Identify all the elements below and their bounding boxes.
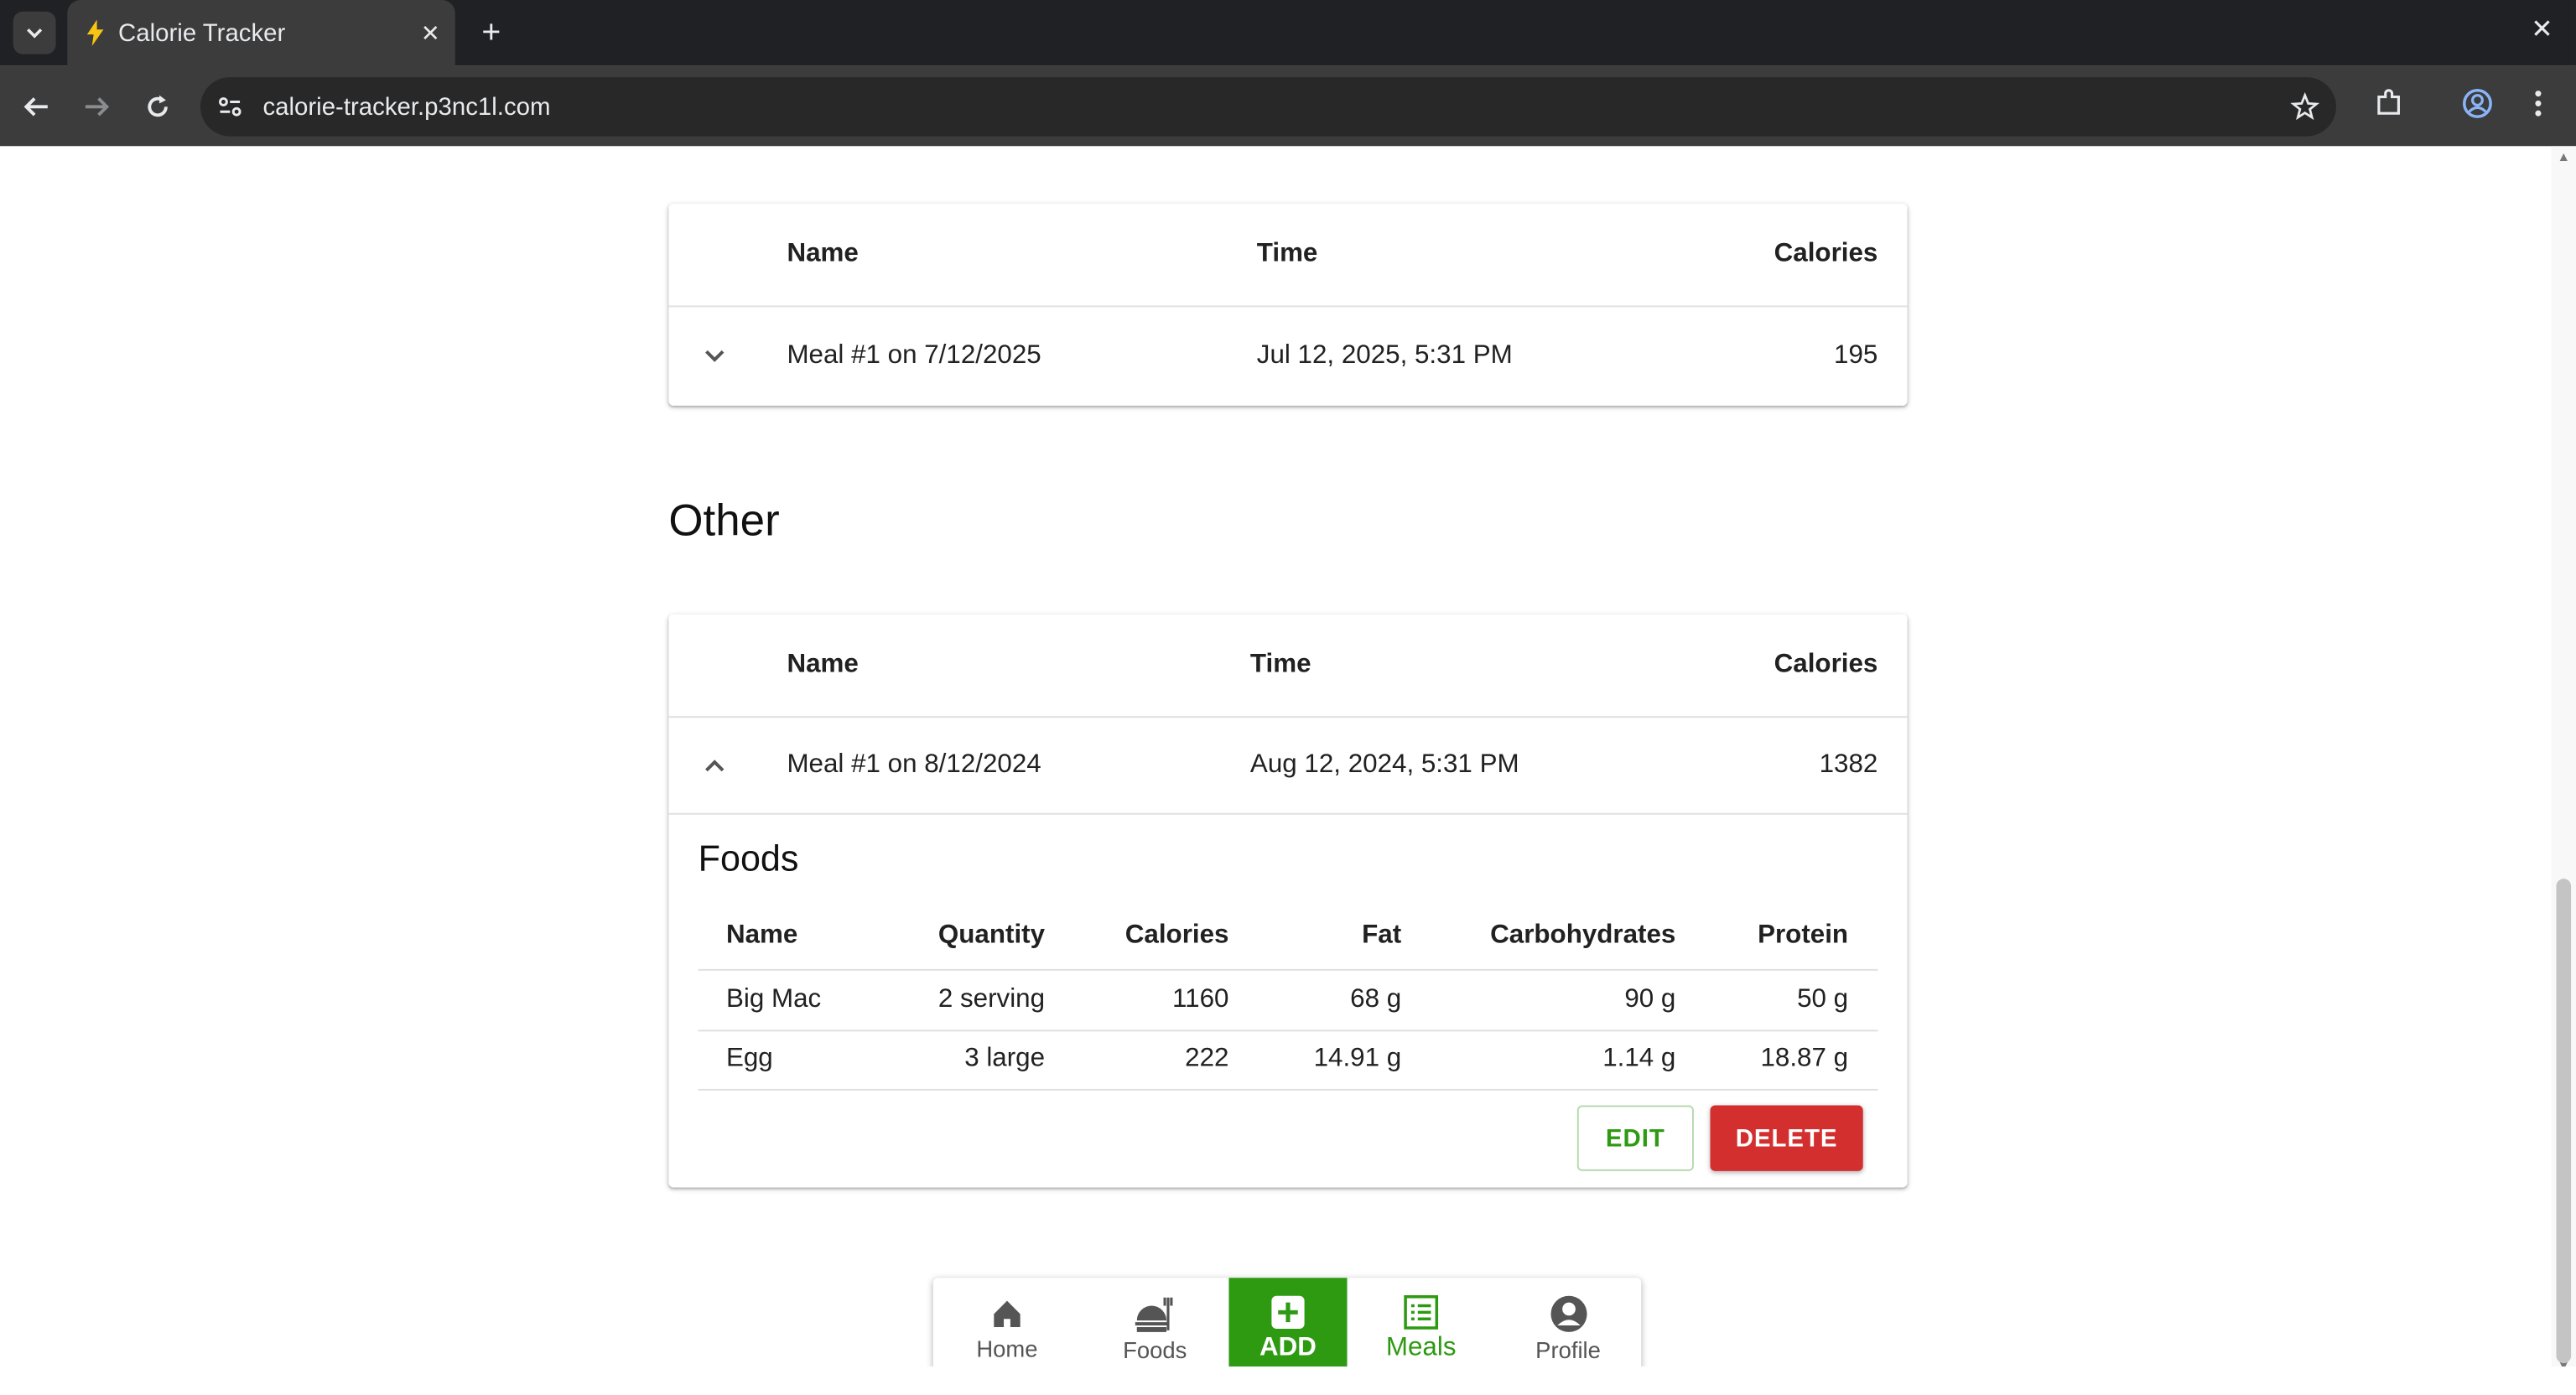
meal-time: Jul 12, 2025, 5:31 PM — [1256, 341, 1513, 370]
bookmark-star-icon[interactable] — [2290, 91, 2320, 130]
nav-home[interactable]: Home — [933, 1278, 1081, 1366]
nav-add-button[interactable]: ADD — [1228, 1278, 1348, 1367]
meal-row-expanded[interactable]: Meal #1 on 8/12/2024 Aug 12, 2024, 5:31 … — [668, 718, 1907, 813]
nav-home-label: Home — [976, 1335, 1038, 1362]
food-quantity: 3 large — [964, 1045, 1046, 1073]
add-box-icon — [1271, 1295, 1305, 1329]
food-calories: 1160 — [1172, 985, 1229, 1014]
divider — [668, 812, 1908, 815]
reload-button[interactable] — [138, 87, 178, 127]
food-carbohydrates: 90 g — [1624, 985, 1676, 1014]
header-time: Time — [1256, 240, 1318, 268]
close-tab-icon[interactable]: ✕ — [406, 19, 455, 47]
table-header-row: Name Time Calories — [668, 204, 1907, 305]
chevron-down-icon — [27, 29, 43, 39]
arrow-left-icon — [23, 97, 48, 117]
foods-header-fat: Fat — [1362, 921, 1402, 950]
browser-tabstrip: Calorie Tracker ✕ + ✕ — [0, 0, 2576, 66]
nav-profile[interactable]: Profile — [1495, 1278, 1641, 1366]
browser-menu-icon[interactable] — [2525, 87, 2551, 128]
food-fat: 68 g — [1350, 985, 1402, 1014]
scrollbar-thumb[interactable] — [2556, 879, 2572, 1364]
nav-foods-label: Foods — [1123, 1336, 1187, 1364]
browser-tab[interactable]: Calorie Tracker ✕ — [67, 0, 455, 66]
header-name: Name — [787, 240, 859, 268]
section-title-other: Other — [668, 495, 780, 546]
scroll-up-icon[interactable]: ▲ — [2556, 149, 2571, 164]
meal-name: Meal #1 on 8/12/2024 — [787, 750, 1041, 779]
nav-meals-label: Meals — [1385, 1333, 1457, 1362]
bolt-icon — [86, 19, 104, 46]
home-icon — [994, 1300, 1021, 1328]
arrow-right-icon — [85, 97, 110, 117]
header-time: Time — [1249, 650, 1311, 679]
food-protein: 18.87 g — [1760, 1045, 1849, 1073]
bottom-navigation: Home Foods ADD Meals Profile — [932, 1278, 1642, 1367]
meal-time: Aug 12, 2024, 5:31 PM — [1249, 750, 1519, 779]
divider — [698, 1029, 1878, 1032]
table-row: Big Mac 2 serving 1160 68 g 90 g 50 g — [699, 986, 1878, 1019]
tab-title: Calorie Tracker — [118, 18, 286, 47]
divider — [698, 968, 1878, 971]
food-quantity: 2 serving — [937, 985, 1046, 1014]
food-name: Egg — [725, 1045, 773, 1073]
foods-title: Foods — [698, 838, 799, 879]
food-carbohydrates: 1.14 g — [1602, 1045, 1676, 1073]
foods-table-header: Name Quantity Calories Fat Carbohydrates… — [699, 921, 1878, 954]
account-circle-icon — [1550, 1295, 1587, 1332]
site-settings-icon[interactable] — [217, 94, 243, 120]
meal-row[interactable]: Meal #1 on 7/12/2025 Jul 12, 2025, 5:31 … — [668, 307, 1907, 406]
address-bar[interactable]: calorie-tracker.p3nc1l.com — [200, 77, 2336, 137]
header-calories: Calories — [1774, 240, 1878, 268]
new-tab-button[interactable]: + — [471, 13, 511, 53]
chevron-up-icon[interactable] — [702, 752, 728, 778]
extensions-icon[interactable] — [2372, 87, 2405, 128]
list-icon — [1404, 1295, 1439, 1330]
foods-header-calories: Calories — [1124, 921, 1229, 950]
foods-icon — [1135, 1297, 1173, 1332]
nav-add-label: ADD — [1259, 1333, 1317, 1362]
divider — [698, 1088, 1878, 1091]
screen: Calorie Tracker ✕ + ✕ calorie-tracker.p3… — [0, 0, 2576, 1367]
tab-search-button[interactable] — [13, 11, 56, 54]
table-row: Egg 3 large 222 14.91 g 1.14 g 18.87 g — [699, 1045, 1878, 1077]
food-fat: 14.91 g — [1313, 1045, 1402, 1073]
food-name: Big Mac — [725, 985, 822, 1014]
meal-calories: 195 — [1834, 341, 1878, 370]
foods-header-name: Name — [725, 921, 798, 950]
chevron-down-icon[interactable] — [702, 343, 728, 369]
reload-icon — [148, 95, 168, 117]
header-name: Name — [787, 650, 859, 679]
meal-name: Meal #1 on 7/12/2025 — [787, 341, 1041, 370]
food-calories: 222 — [1185, 1045, 1229, 1073]
delete-button[interactable]: DELETE — [1710, 1105, 1863, 1171]
url-text: calorie-tracker.p3nc1l.com — [262, 92, 551, 121]
forward-button[interactable] — [77, 87, 117, 127]
nav-meals[interactable]: Meals — [1348, 1278, 1495, 1366]
meal-table-card: Name Time Calories Meal #1 on 7/12/2025 … — [668, 203, 1908, 406]
close-window-icon[interactable]: ✕ — [2531, 13, 2553, 46]
header-calories: Calories — [1774, 650, 1878, 679]
back-button[interactable] — [17, 87, 56, 127]
table-header-row: Name Time Calories — [668, 615, 1907, 716]
foods-header-carbohydrates: Carbohydrates — [1490, 921, 1676, 950]
foods-header-quantity: Quantity — [937, 921, 1046, 950]
edit-button[interactable]: EDIT — [1576, 1105, 1694, 1171]
foods-header-protein: Protein — [1758, 921, 1849, 950]
other-meal-table-card: Name Time Calories Meal #1 on 8/12/2024 … — [668, 614, 1908, 1188]
food-protein: 50 g — [1797, 985, 1849, 1014]
profile-icon[interactable] — [2461, 87, 2494, 128]
meal-calories: 1382 — [1819, 750, 1878, 779]
nav-foods[interactable]: Foods — [1081, 1278, 1228, 1366]
nav-profile-label: Profile — [1535, 1336, 1601, 1364]
browser-toolbar: calorie-tracker.p3nc1l.com — [0, 65, 2576, 147]
